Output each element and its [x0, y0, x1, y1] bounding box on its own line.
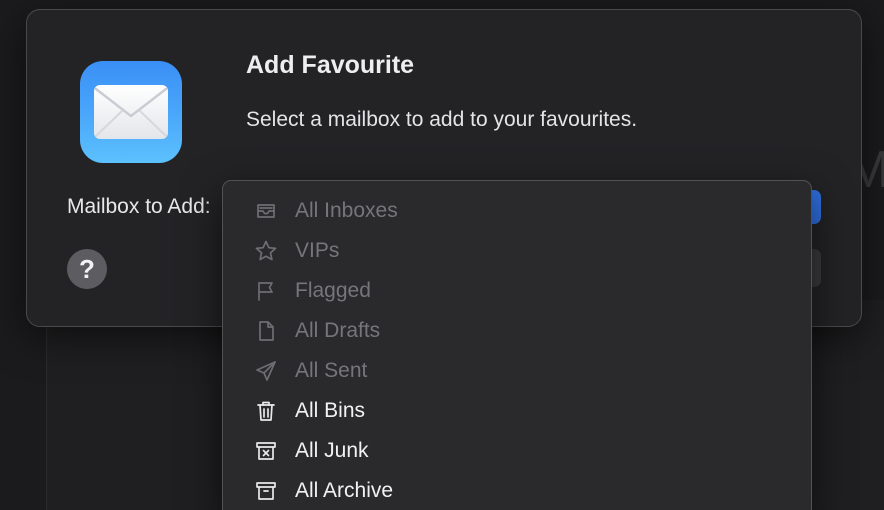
menu-item-all-junk[interactable]: All Junk [223, 431, 811, 471]
inbox-tray-icon [253, 198, 279, 224]
menu-item-flagged[interactable]: Flagged [223, 271, 811, 311]
menu-item-label: All Inboxes [295, 199, 398, 222]
menu-item-all-archive[interactable]: All Archive [223, 471, 811, 510]
mailbox-to-add-label: Mailbox to Add: [67, 195, 211, 218]
star-icon [253, 238, 279, 264]
archive-box-icon [253, 478, 279, 504]
paper-plane-icon [253, 358, 279, 384]
menu-item-label: All Sent [295, 359, 368, 382]
menu-item-all-bins[interactable]: All Bins [223, 391, 811, 431]
mail-app-icon [80, 61, 182, 163]
menu-item-label: All Bins [295, 399, 366, 422]
flag-icon [253, 278, 279, 304]
junk-box-icon [253, 438, 279, 464]
menu-item-all-sent[interactable]: All Sent [223, 351, 811, 391]
dialog-title: Add Favourite [246, 51, 415, 79]
document-icon [253, 318, 279, 344]
menu-item-label: Flagged [295, 279, 371, 302]
dialog-message: Select a mailbox to add to your favourit… [246, 108, 638, 131]
help-button[interactable]: ? [67, 249, 107, 289]
trash-icon [253, 398, 279, 424]
menu-item-vips[interactable]: VIPs [223, 231, 811, 271]
menu-item-label: All Junk [295, 439, 369, 462]
menu-item-label: VIPs [295, 239, 340, 262]
mailbox-dropdown-menu: All Inboxes VIPs Flagged All Drafts All … [222, 180, 812, 510]
menu-item-label: All Archive [295, 479, 394, 502]
menu-item-label: All Drafts [295, 319, 381, 342]
menu-item-all-inboxes[interactable]: All Inboxes [223, 191, 811, 231]
menu-item-all-drafts[interactable]: All Drafts [223, 311, 811, 351]
